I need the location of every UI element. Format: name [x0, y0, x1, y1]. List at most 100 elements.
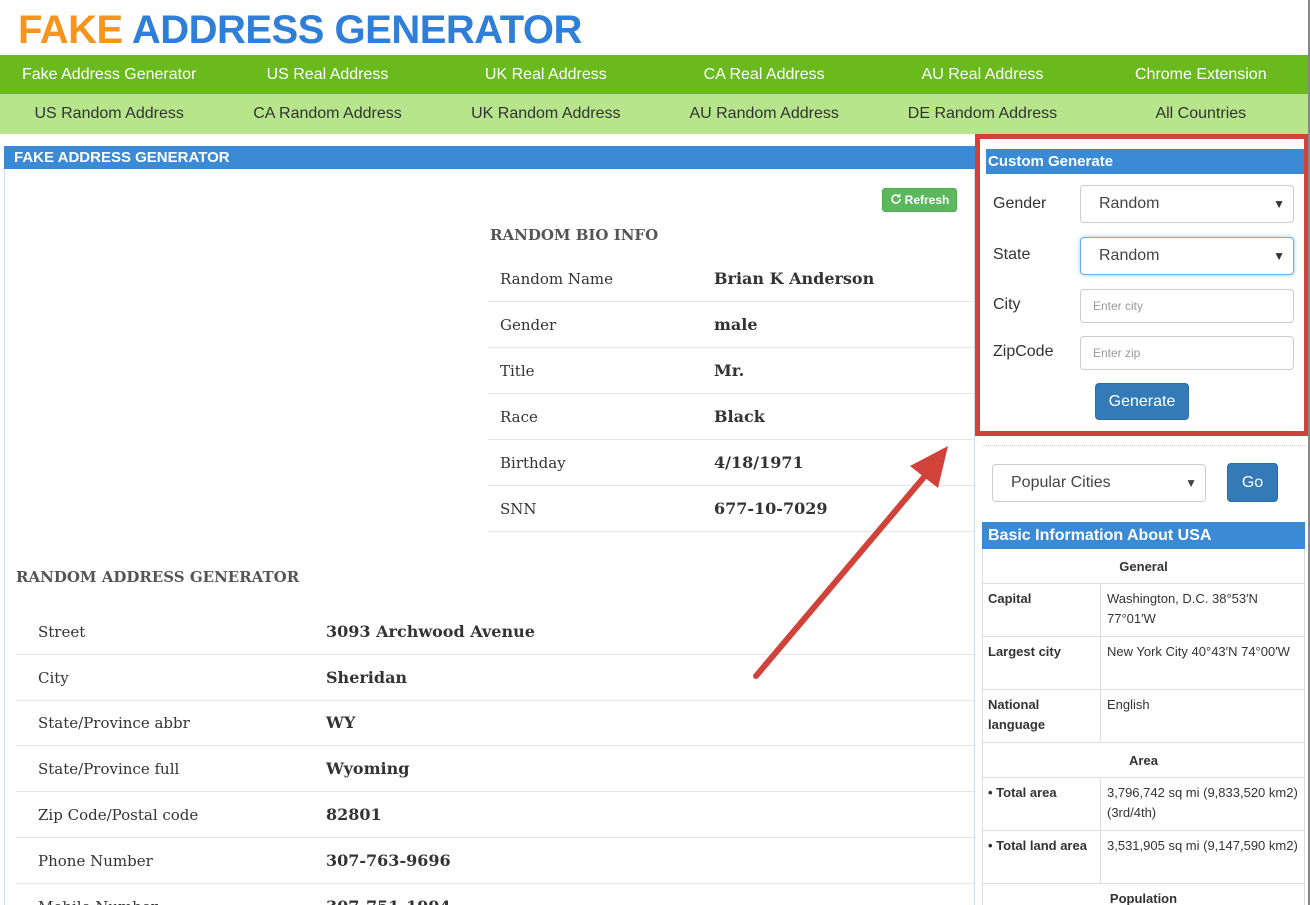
bio-key: Random Name: [500, 270, 614, 288]
info-key: • Total land area: [983, 831, 1101, 883]
state-label: State: [993, 246, 1031, 263]
area-subheading: Area: [983, 743, 1304, 778]
address-key: Street: [38, 623, 86, 641]
info-key: Largest city: [983, 637, 1101, 689]
table-row: Street 3093 Archwood Avenue: [16, 609, 974, 655]
table-row: Largest city New York City 40°43′N 74°00…: [983, 637, 1304, 690]
popular-cities-select[interactable]: Popular Cities ▼: [992, 464, 1206, 502]
address-key: City: [38, 669, 69, 687]
nav-ca-random-address[interactable]: CA Random Address: [218, 94, 436, 134]
bio-value: Mr.: [714, 361, 745, 380]
nav-de-random-address[interactable]: DE Random Address: [873, 94, 1091, 134]
table-row: • Total area 3,796,742 sq mi (9,833,520 …: [983, 778, 1304, 831]
info-key: National language: [983, 690, 1101, 742]
logo-part-fake: FAKE: [18, 8, 123, 52]
table-row: State/Province abbr WY: [16, 700, 974, 746]
address-value: Sheridan: [326, 668, 408, 687]
site-logo[interactable]: FAKE ADDRESS GENERATOR: [18, 8, 582, 53]
nav-au-real-address[interactable]: AU Real Address: [873, 55, 1091, 94]
table-row: Capital Washington, D.C. 38°53′N 77°01′W: [983, 584, 1304, 637]
table-row: SNN 677-10-7029: [488, 486, 974, 532]
info-value: New York City 40°43′N 74°00′W: [1107, 644, 1290, 659]
table-row: Mobile Number 307-751-1994: [16, 884, 974, 905]
info-value: English: [1107, 697, 1150, 712]
bio-value: Black: [714, 407, 765, 426]
divider: [982, 445, 1305, 446]
table-row: National language English: [983, 690, 1304, 743]
table-row: Phone Number 307-763-9696: [16, 838, 974, 884]
info-key: Capital: [983, 584, 1101, 636]
population-subheading: Population: [1109, 891, 1178, 905]
table-row: Title Mr.: [488, 348, 974, 394]
address-value: 307-751-1994: [326, 884, 451, 905]
general-subheading: General: [983, 549, 1304, 584]
zipcode-label: ZipCode: [993, 343, 1054, 360]
address-key: State/Province full: [38, 760, 180, 778]
generate-button[interactable]: Generate: [1095, 383, 1189, 420]
nav-fake-address-generator[interactable]: Fake Address Generator: [0, 55, 218, 94]
table-row: City Sheridan: [16, 655, 974, 701]
info-value: 3,796,742 sq mi (9,833,520 km2) (3rd/4th…: [1107, 785, 1298, 820]
address-value: 3093 Archwood Avenue: [326, 622, 535, 641]
bio-heading: RANDOM BIO INFO: [490, 226, 659, 244]
city-label: City: [993, 296, 1021, 313]
address-key: State/Province abbr: [38, 714, 190, 732]
gender-select-value: Random: [1099, 195, 1160, 212]
usa-info-table: General Capital Washington, D.C. 38°53′N…: [982, 549, 1305, 905]
secondary-nav: US Random Address CA Random Address UK R…: [0, 94, 1310, 134]
nav-uk-random-address[interactable]: UK Random Address: [437, 94, 655, 134]
primary-nav: Fake Address Generator US Real Address U…: [0, 55, 1310, 94]
address-heading: RANDOM ADDRESS GENERATOR: [16, 568, 300, 586]
zipcode-input[interactable]: Enter zip: [1080, 336, 1294, 370]
table-row: • Total land area 3,531,905 sq mi (9,147…: [983, 831, 1304, 884]
info-value: 3,531,905 sq mi (9,147,590 km2): [1107, 838, 1298, 853]
nav-all-countries[interactable]: All Countries: [1092, 94, 1310, 134]
nav-us-real-address[interactable]: US Real Address: [218, 55, 436, 94]
address-value: 307-763-9696: [326, 851, 451, 870]
address-value: Wyoming: [326, 759, 410, 778]
address-key: Mobile Number: [38, 884, 158, 905]
state-select-value: Random: [1099, 247, 1160, 264]
bio-value: 4/18/1971: [714, 453, 804, 472]
gender-select[interactable]: Random ▼: [1080, 185, 1294, 223]
bio-key: Gender: [500, 316, 557, 334]
table-row: Gender male: [488, 302, 974, 348]
refresh-label: Refresh: [904, 193, 950, 207]
custom-generate-title: Custom Generate: [986, 149, 1304, 174]
chevron-down-icon: ▼: [1185, 476, 1197, 490]
chevron-down-icon: ▼: [1273, 197, 1285, 211]
table-row: Random Name Brian K Anderson: [488, 256, 974, 302]
city-input[interactable]: Enter city: [1080, 289, 1294, 323]
refresh-icon: [890, 193, 902, 208]
bio-value: 677-10-7029: [714, 499, 828, 518]
table-row: State/Province full Wyoming: [16, 746, 974, 792]
state-select[interactable]: Random ▼: [1080, 237, 1294, 275]
nav-us-random-address[interactable]: US Random Address: [0, 94, 218, 134]
bio-value: Brian K Anderson: [714, 269, 875, 288]
nav-au-random-address[interactable]: AU Random Address: [655, 94, 873, 134]
bio-key: SNN: [500, 500, 537, 518]
gender-label: Gender: [993, 195, 1047, 212]
main-panel-title: FAKE ADDRESS GENERATOR: [4, 146, 975, 169]
nav-uk-real-address[interactable]: UK Real Address: [437, 55, 655, 94]
nav-chrome-extension[interactable]: Chrome Extension: [1092, 55, 1310, 94]
nav-ca-real-address[interactable]: CA Real Address: [655, 55, 873, 94]
refresh-button[interactable]: Refresh: [882, 188, 957, 212]
table-row: Birthday 4/18/1971: [488, 440, 974, 486]
bio-key: Title: [500, 362, 535, 380]
chevron-down-icon: ▼: [1273, 249, 1285, 263]
bio-value: male: [714, 315, 758, 334]
address-value: WY: [326, 713, 356, 732]
bio-key: Race: [500, 408, 538, 426]
usa-info-title: Basic Information About USA: [982, 522, 1305, 549]
address-value: 82801: [326, 805, 382, 824]
bio-key: Birthday: [500, 454, 566, 472]
custom-generate-panel: Custom Generate Gender Random ▼ State Ra…: [975, 134, 1309, 436]
table-row: Zip Code/Postal code 82801: [16, 792, 974, 838]
address-key: Zip Code/Postal code: [38, 806, 199, 824]
popular-cities-value: Popular Cities: [1011, 474, 1111, 491]
logo-part-rest: ADDRESS GENERATOR: [131, 8, 583, 52]
table-row: Race Black: [488, 394, 974, 440]
go-button[interactable]: Go: [1227, 463, 1278, 502]
info-key: • Total area: [983, 778, 1101, 830]
